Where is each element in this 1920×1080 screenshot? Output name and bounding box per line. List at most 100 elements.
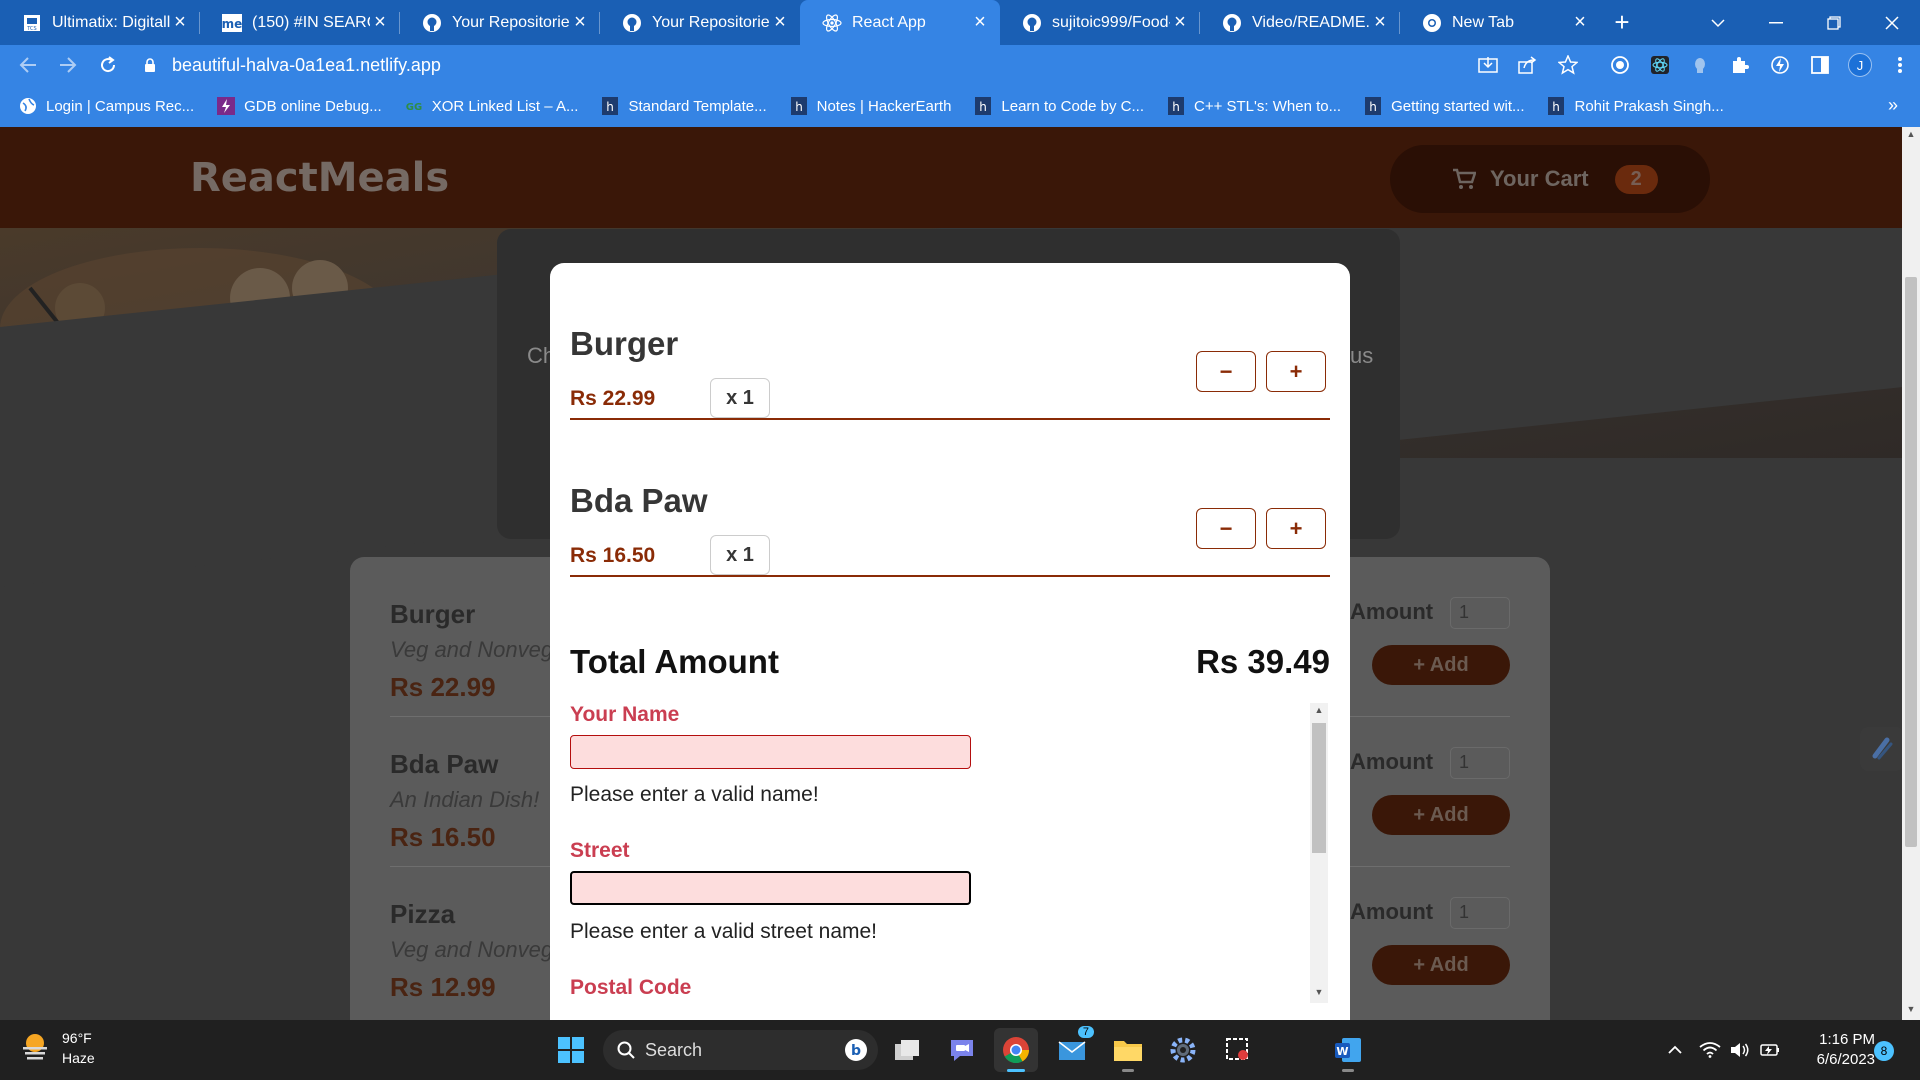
tab-video-readme[interactable]: Video/README.m × <box>1200 0 1400 45</box>
extensions-puzzle-icon[interactable] <box>1720 45 1760 85</box>
tab-close-icon[interactable]: × <box>1570 11 1590 34</box>
forward-arrow-icon[interactable] <box>48 45 88 85</box>
tab-close-icon[interactable]: × <box>770 11 790 34</box>
bookmark-star-icon[interactable] <box>1548 45 1588 85</box>
restore-button[interactable] <box>1806 0 1862 45</box>
svg-text:me: me <box>222 17 242 31</box>
snipping-tool-button[interactable] <box>1216 1028 1260 1072</box>
tab-close-icon[interactable]: × <box>1370 11 1390 34</box>
bookmark-standard-template[interactable]: h Standard Template... <box>600 96 767 116</box>
teams-chat-button[interactable] <box>940 1028 984 1072</box>
side-panel-icon[interactable] <box>1800 45 1840 85</box>
taskbar-search-box[interactable]: Search b <box>603 1030 878 1070</box>
install-app-icon[interactable] <box>1468 45 1508 85</box>
weather-description: Haze <box>62 1050 95 1066</box>
scroll-down-arrow-icon[interactable]: ▼ <box>1902 1004 1920 1018</box>
bookmark-notes-hackerearth[interactable]: h Notes | HackerEarth <box>789 96 951 116</box>
battery-charging-icon[interactable] <box>1755 1030 1785 1070</box>
chrome-taskbar-button[interactable] <box>994 1028 1038 1072</box>
bookmark-xor-linked-list[interactable]: GG XOR Linked List – A... <box>404 96 579 116</box>
new-tab-button[interactable]: + <box>1600 7 1644 38</box>
tab-in-search[interactable]: me (150) #IN SEARCH × <box>200 0 400 45</box>
page-scrollbar[interactable]: ▲ ▼ <box>1902 127 1920 1020</box>
form-scroll-down-arrow-icon[interactable]: ▼ <box>1310 987 1328 1001</box>
amount-input[interactable]: 1 <box>1450 747 1510 779</box>
task-view-button[interactable] <box>885 1028 929 1072</box>
street-input[interactable] <box>570 871 971 905</box>
amount-input[interactable]: 1 <box>1450 597 1510 629</box>
weather-widget[interactable]: 96°F Haze <box>20 1028 95 1068</box>
extension-bulb-icon[interactable] <box>1680 45 1720 85</box>
summary-text-fragment: us <box>1350 343 1374 368</box>
floating-extension-widget[interactable] <box>1860 727 1902 771</box>
tab-sujitoic-food[interactable]: sujitoic999/Food- × <box>1000 0 1200 45</box>
scroll-up-arrow-icon[interactable]: ▲ <box>1902 129 1920 143</box>
tab-react-app[interactable]: React App × <box>800 0 1000 45</box>
close-window-button[interactable] <box>1864 0 1920 45</box>
react-devtools-icon[interactable] <box>1640 45 1680 85</box>
add-to-cart-button[interactable]: + Add <box>1372 645 1510 685</box>
tab-title: Ultimatix: Digitally <box>52 13 170 31</box>
amount-input[interactable]: 1 <box>1450 897 1510 929</box>
notification-count-badge[interactable]: 8 <box>1874 1041 1894 1061</box>
extension-target-icon[interactable] <box>1600 45 1640 85</box>
show-hidden-icons-chevron-icon[interactable] <box>1655 1030 1695 1070</box>
start-button[interactable] <box>549 1028 593 1072</box>
tab-new-tab[interactable]: New Tab × <box>1400 0 1600 45</box>
tab-title: New Tab <box>1452 13 1514 31</box>
kebab-menu-icon[interactable] <box>1880 45 1920 85</box>
mail-unread-badge: 7 <box>1077 1026 1094 1038</box>
address-bar[interactable]: beautiful-halva-0a1ea1.netlify.app <box>136 49 1580 81</box>
reload-icon[interactable] <box>88 45 128 85</box>
amount-label: Amount <box>1350 749 1434 774</box>
form-scrollbar-thumb[interactable] <box>1312 723 1326 853</box>
bookmark-login-campus[interactable]: Login | Campus Rec... <box>18 96 194 116</box>
system-clock[interactable]: 1:16 PM 6/6/2023 <box>1795 1030 1875 1070</box>
tab-close-icon[interactable]: × <box>970 11 990 34</box>
page-scrollbar-thumb[interactable] <box>1905 277 1917 847</box>
bookmark-getting-started[interactable]: h Getting started wit... <box>1363 96 1524 116</box>
gear-icon <box>1170 1037 1196 1063</box>
tab-search-chevron-icon[interactable] <box>1690 0 1746 45</box>
hackerearth-icon: h <box>1546 96 1566 116</box>
teams-chat-icon <box>951 1040 973 1061</box>
form-scroll-up-arrow-icon[interactable]: ▲ <box>1310 705 1328 719</box>
minimize-button[interactable] <box>1748 0 1804 45</box>
file-explorer-button[interactable] <box>1106 1028 1150 1072</box>
lock-icon[interactable] <box>136 58 164 72</box>
increase-quantity-button[interactable]: + <box>1266 351 1326 392</box>
bookmark-rohit-prakash[interactable]: h Rohit Prakash Singh... <box>1546 96 1724 116</box>
settings-taskbar-button[interactable] <box>1161 1028 1205 1072</box>
share-icon[interactable] <box>1508 45 1548 85</box>
bookmark-cpp-stl[interactable]: h C++ STL's: When to... <box>1166 96 1341 116</box>
checkout-form: Your Name Please enter a valid name! Str… <box>570 703 1330 1020</box>
bookmark-label: GDB online Debug... <box>244 97 382 115</box>
tab-ultimatix[interactable]: TCS Ultimatix: Digitally × <box>0 0 200 45</box>
bookmark-gdb[interactable]: GDB online Debug... <box>216 96 382 116</box>
bookmarks-overflow-button[interactable]: » <box>1888 95 1898 116</box>
tab-your-repositories-1[interactable]: Your Repositories × <box>400 0 600 45</box>
extension-bolt-icon[interactable] <box>1760 45 1800 85</box>
tab-your-repositories-2[interactable]: Your Repositories × <box>600 0 800 45</box>
tab-close-icon[interactable]: × <box>370 11 390 34</box>
tab-close-icon[interactable]: × <box>170 11 190 34</box>
back-arrow-icon[interactable] <box>8 45 48 85</box>
tab-close-icon[interactable]: × <box>570 11 590 34</box>
name-input[interactable] <box>570 735 971 769</box>
increase-quantity-button[interactable]: + <box>1266 508 1326 549</box>
add-to-cart-button[interactable]: + Add <box>1372 795 1510 835</box>
mail-taskbar-button[interactable]: 7 <box>1050 1026 1094 1072</box>
tab-close-icon[interactable]: × <box>1170 11 1190 34</box>
bookmark-learn-to-code[interactable]: h Learn to Code by C... <box>973 96 1144 116</box>
form-scrollbar[interactable]: ▲ ▼ <box>1310 703 1328 1003</box>
wifi-icon[interactable] <box>1695 1030 1725 1070</box>
header-cart-button[interactable]: Your Cart 2 <box>1390 145 1710 213</box>
word-taskbar-button[interactable]: W <box>1326 1028 1370 1072</box>
decrease-quantity-button[interactable]: − <box>1196 351 1256 392</box>
volume-icon[interactable] <box>1725 1030 1755 1070</box>
add-to-cart-button[interactable]: + Add <box>1372 945 1510 985</box>
search-label: Search <box>645 1039 703 1060</box>
meal-price: Rs 16.50 <box>390 822 496 852</box>
decrease-quantity-button[interactable]: − <box>1196 508 1256 549</box>
profile-avatar[interactable]: J <box>1840 45 1880 85</box>
